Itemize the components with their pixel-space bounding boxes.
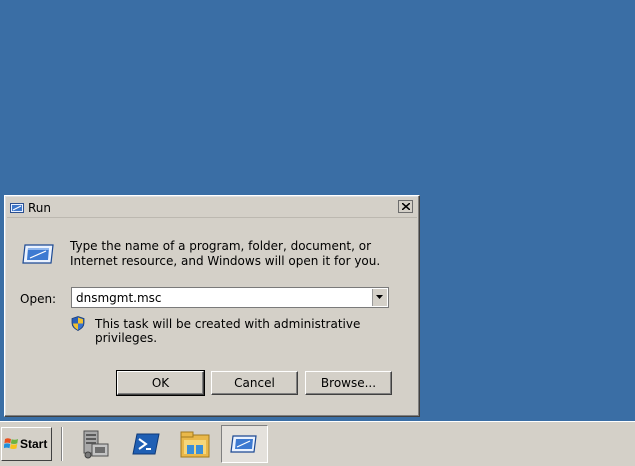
window-title: Run [28, 201, 52, 215]
taskbar-separator [61, 427, 63, 461]
close-button[interactable] [398, 200, 413, 213]
start-button[interactable]: Start [1, 427, 52, 461]
taskbar-run-button[interactable] [221, 425, 268, 463]
desktop[interactable]: Run Type the name of a program, folder, … [0, 0, 635, 466]
windows-explorer-icon[interactable] [178, 428, 212, 460]
run-dialog: Run Type the name of a program, folder, … [4, 195, 420, 417]
open-label: Open: [20, 292, 57, 306]
dialog-description: Type the name of a program, folder, docu… [70, 239, 381, 268]
open-combobox[interactable] [71, 287, 389, 308]
run-icon [230, 435, 257, 453]
cancel-button[interactable]: Cancel [211, 371, 298, 395]
title-bar[interactable]: Run [7, 198, 417, 218]
uac-shield-icon [71, 316, 85, 331]
windows-logo-icon [4, 438, 18, 449]
chevron-down-icon [376, 295, 383, 299]
start-label: Start [20, 437, 48, 451]
open-input[interactable] [72, 288, 368, 307]
server-manager-icon[interactable] [78, 428, 112, 460]
dropdown-button[interactable] [372, 289, 387, 306]
ok-button[interactable]: OK [116, 370, 205, 396]
taskbar: Start [0, 421, 635, 466]
close-icon [402, 203, 410, 210]
run-program-icon [22, 244, 54, 264]
admin-privileges-notice: This task will be created with administr… [95, 317, 361, 345]
powershell-icon[interactable] [129, 428, 163, 460]
browse-button[interactable]: Browse... [305, 371, 392, 395]
run-icon [10, 203, 24, 213]
